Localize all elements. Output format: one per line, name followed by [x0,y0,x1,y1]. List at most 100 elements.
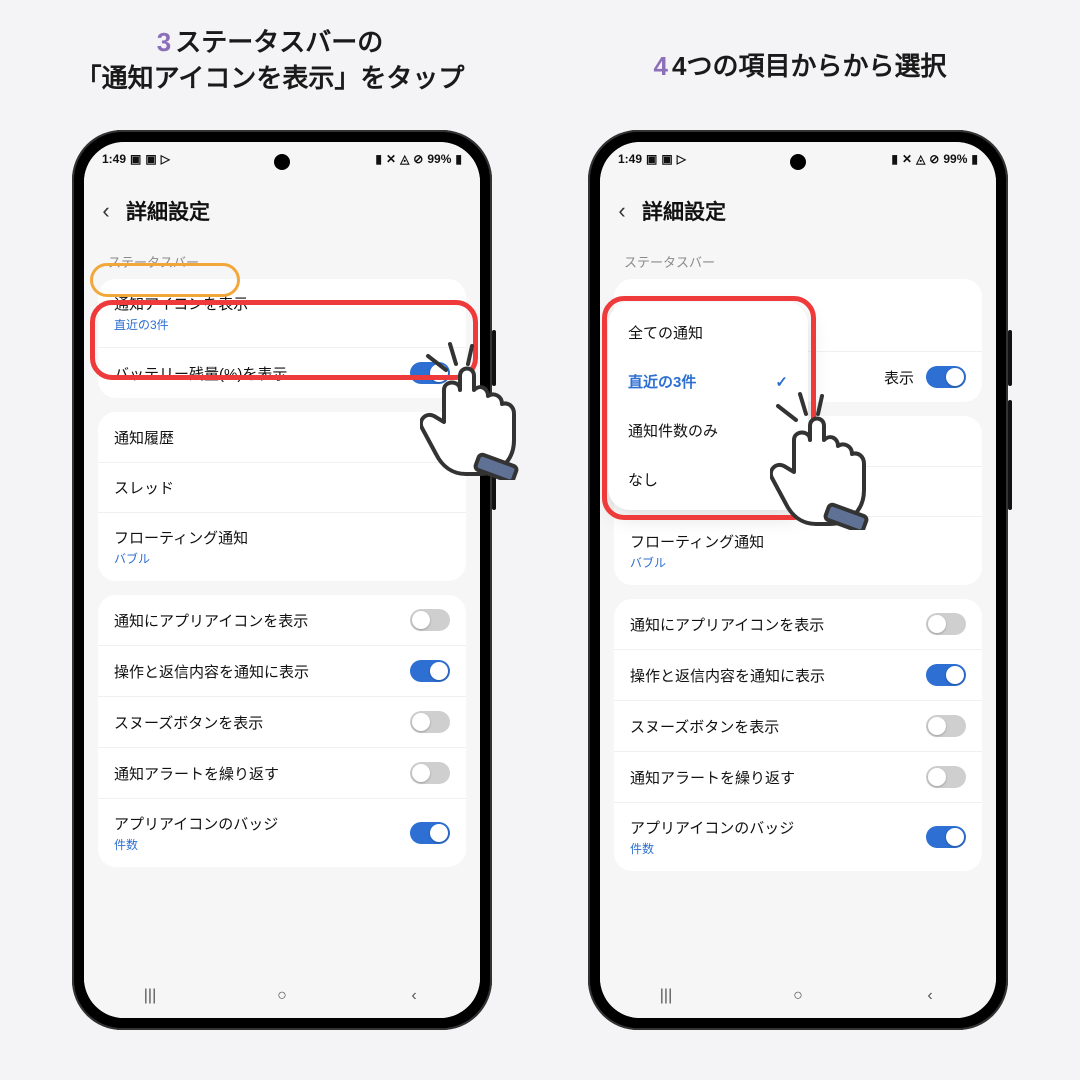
no-sim-icon: ⊘ [413,153,423,165]
vibrate-icon: ▮ [375,153,382,165]
settings-card-2: 通知履歴 スレッド フローティング通知 バブル [98,412,466,581]
row-label: 通知にアプリアイコンを表示 [114,610,308,631]
nav-back-icon[interactable]: ‹ [917,987,943,1005]
page-header: ‹ 詳細設定 [84,176,480,246]
row-repeat-notification-alert[interactable]: 通知アラートを繰り返す [98,747,466,798]
phone-mock-left: 1:49 ▣ ▣ ▷ ▮ ✕ ◬ ⊘ 99% ▮ ‹ 詳細設定 ステータスバー [72,130,492,1030]
row-label: 操作と返信内容を通知に表示 [114,661,309,682]
toggle-app-icon[interactable] [926,613,966,635]
vibrate-icon: ▮ [891,153,898,165]
row-floating-notifications[interactable]: フローティング通知 バブル [614,516,982,585]
step-number: 4 [654,51,668,81]
notification-icon-options-popup: 全ての通知 直近の3件 ✓ 通知件数のみ なし [608,302,808,510]
row-label: 通知履歴 [114,427,174,448]
image-icon: ▣ [646,153,657,165]
app-icon: ▣ [145,153,156,165]
camera-notch [274,154,290,170]
phone-mock-right: 1:49 ▣ ▣ ▷ ▮ ✕ ◬ ⊘ 99% ▮ ‹ 詳細設定 ステータスバー [588,130,1008,1030]
wifi-icon: ◬ [916,153,925,165]
status-battery: 99% [943,152,967,166]
settings-card-statusbar: 通知アイコンを表示 直近の3件 バッテリー残量(%)を表示 [98,279,466,398]
toggle-app-icon[interactable] [410,609,450,631]
row-app-icon-in-notif[interactable]: 通知にアプリアイコンを表示 [98,595,466,645]
page-title: 詳細設定 [642,196,726,226]
back-icon[interactable]: ‹ [610,198,634,224]
section-label-statusbar: ステータスバー [98,246,466,279]
row-label: 操作と返信内容を通知に表示 [630,665,825,686]
settings-card-3: 通知にアプリアイコンを表示 操作と返信内容を通知に表示 スヌーズボタンを表示 通… [98,595,466,867]
popup-option-label: 全ての通知 [628,322,703,343]
nav-home-icon[interactable]: ○ [785,987,811,1005]
row-show-snooze-button[interactable]: スヌーズボタンを表示 [98,696,466,747]
instruction-step-3: 3ステータスバーの 「通知アイコンを表示」をタップ [50,24,490,97]
row-label: スレッド [114,477,174,498]
settings-card-3: 通知にアプリアイコンを表示 操作と返信内容を通知に表示 スヌーズボタンを表示 通… [614,599,982,871]
step-number: 3 [157,27,171,57]
app-icon: ▣ [661,153,672,165]
nav-recents-icon[interactable]: ||| [653,987,679,1005]
toggle-actions-reply[interactable] [410,660,450,682]
row-label: フローティング通知 [630,531,764,552]
row-actions-reply-in-notif[interactable]: 操作と返信内容を通知に表示 [614,649,982,700]
row-sublabel: 直近の3件 [114,316,248,333]
phone-screen: 1:49 ▣ ▣ ▷ ▮ ✕ ◬ ⊘ 99% ▮ ‹ 詳細設定 ステータスバー [600,142,996,1018]
toggle-repeat-alert[interactable] [926,766,966,788]
phone-screen: 1:49 ▣ ▣ ▷ ▮ ✕ ◬ ⊘ 99% ▮ ‹ 詳細設定 ステータスバー [84,142,480,1018]
status-time: 1:49 [618,152,642,166]
row-app-icon-badge[interactable]: アプリアイコンのバッジ 件数 [614,802,982,871]
back-icon[interactable]: ‹ [94,198,118,224]
toggle-badge[interactable] [410,822,450,844]
row-app-icon-badge[interactable]: アプリアイコンのバッジ 件数 [98,798,466,867]
row-sublabel: バブル [630,554,764,571]
row-label: アプリアイコンのバッジ [630,817,794,838]
page-header: ‹ 詳細設定 [600,176,996,246]
toggle-snooze[interactable] [926,715,966,737]
row-repeat-notification-alert[interactable]: 通知アラートを繰り返す [614,751,982,802]
row-notification-history[interactable]: 通知履歴 [98,412,466,462]
row-label: 通知にアプリアイコンを表示 [630,614,824,635]
row-sublabel: 件数 [630,840,794,857]
phone-side-button [492,400,496,510]
android-nav-bar: ||| ○ ‹ [84,974,480,1018]
camera-notch [790,154,806,170]
toggle-badge[interactable] [926,826,966,848]
row-thread[interactable]: スレッド [98,462,466,512]
row-sublabel: 件数 [114,836,278,853]
popup-option-count-only[interactable]: 通知件数のみ [608,406,808,455]
popup-option-label: なし [628,469,658,490]
toggle-actions-reply[interactable] [926,664,966,686]
nav-home-icon[interactable]: ○ [269,987,295,1005]
row-label: バッテリー残量(%)を表示 [114,363,287,384]
row-show-battery-percent[interactable]: バッテリー残量(%)を表示 [98,347,466,398]
row-sublabel: バブル [114,550,248,567]
toggle-battery-percent[interactable] [410,362,450,384]
popup-option-recent3[interactable]: 直近の3件 ✓ [608,357,808,406]
row-show-notification-icons[interactable]: 通知アイコンを表示 直近の3件 [98,279,466,347]
row-label: スヌーズボタンを表示 [630,716,779,737]
status-battery: 99% [427,152,451,166]
toggle-battery-percent[interactable] [926,366,966,388]
page-title: 詳細設定 [126,196,210,226]
popup-option-all[interactable]: 全ての通知 [608,308,808,357]
row-show-snooze-button[interactable]: スヌーズボタンを表示 [614,700,982,751]
toggle-snooze[interactable] [410,711,450,733]
row-label: 通知アラートを繰り返す [630,767,795,788]
nav-recents-icon[interactable]: ||| [137,987,163,1005]
row-label: アプリアイコンのバッジ [114,813,278,834]
settings-content: ステータスバー 通知アイコンを表示 直近の3件 バッテリー残量(%)を表示 通知… [84,246,480,974]
row-app-icon-in-notif[interactable]: 通知にアプリアイコンを表示 [614,599,982,649]
row-label: 通知アラートを繰り返す [114,763,279,784]
phone-side-button [1008,400,1012,510]
row-label: スヌーズボタンを表示 [114,712,263,733]
popup-option-none[interactable]: なし [608,455,808,504]
phone-side-button [492,330,496,386]
image-icon: ▣ [130,153,141,165]
row-actions-reply-in-notif[interactable]: 操作と返信内容を通知に表示 [98,645,466,696]
wifi-icon: ◬ [400,153,409,165]
nav-back-icon[interactable]: ‹ [401,987,427,1005]
section-label-statusbar: ステータスバー [614,246,982,279]
row-floating-notifications[interactable]: フローティング通知 バブル [98,512,466,581]
toggle-repeat-alert[interactable] [410,762,450,784]
no-sim-icon: ⊘ [929,153,939,165]
battery-icon: ▮ [455,153,462,165]
